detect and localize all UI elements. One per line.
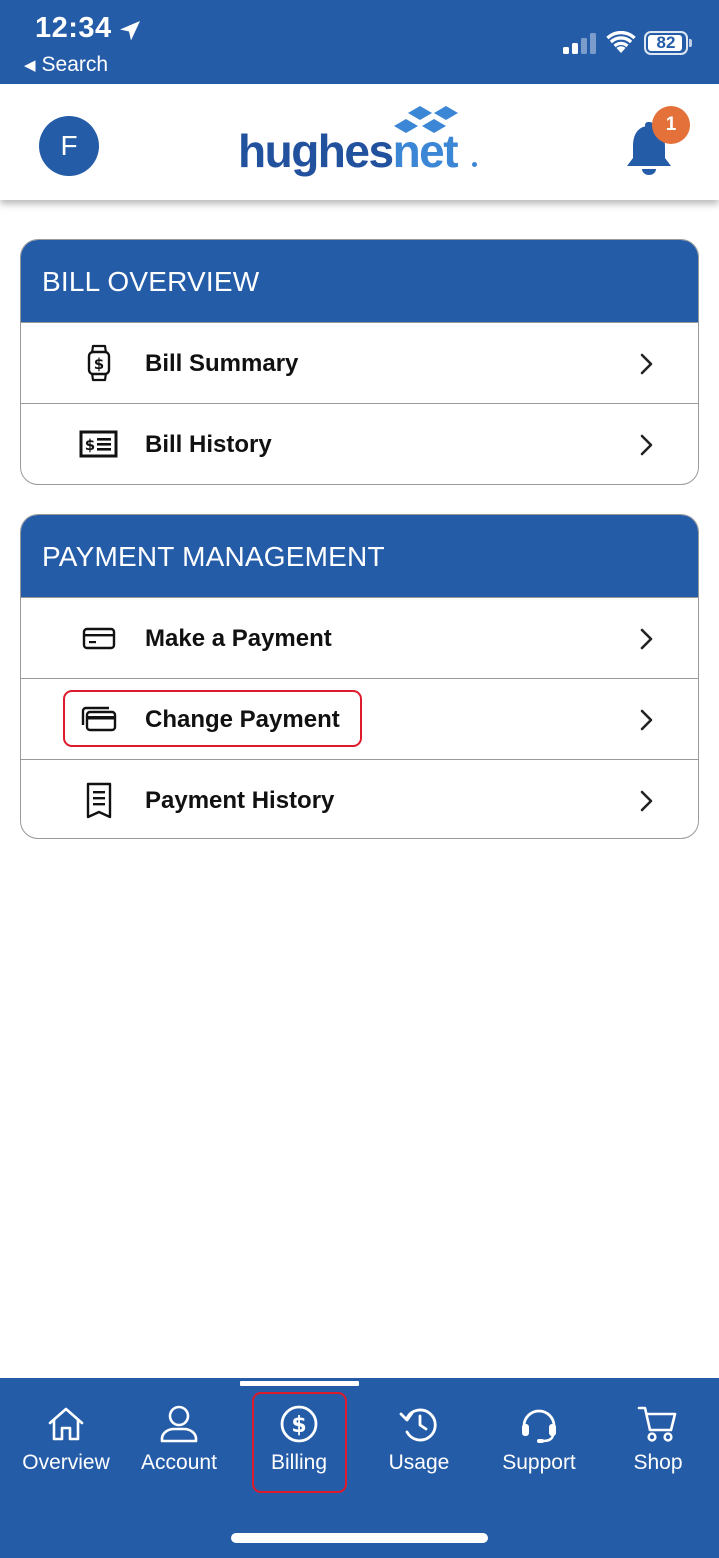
credit-card-icon [82,627,116,650]
tab-overview-label: Overview [22,1451,110,1474]
chevron-right-icon [640,790,653,812]
bottom-tab-bar: Overview Account $ Billing Usage Support… [0,1378,719,1558]
tab-shop[interactable]: Shop [603,1398,713,1488]
cards-icon [81,706,117,732]
hughesnet-logo: hughesnet [238,104,488,184]
home-indicator[interactable] [231,1533,488,1543]
home-icon [48,1407,84,1441]
cart-icon [637,1406,677,1442]
tab-usage[interactable]: Usage [364,1398,474,1488]
cellular-signal-icon [563,32,597,54]
change-payment-label: Change Payment [145,706,340,733]
svg-text:$: $ [94,355,104,373]
payment-history-label: Payment History [145,787,335,814]
location-arrow-icon [120,21,140,41]
user-icon [160,1405,198,1443]
status-time: 12:34 [35,12,112,44]
tab-support[interactable]: Support [484,1398,594,1488]
battery-indicator: 82 [644,31,692,55]
notifications-button[interactable]: 1 [619,106,693,176]
tab-usage-label: Usage [388,1451,450,1474]
receipt-icon [86,782,112,819]
chevron-right-icon [640,709,653,731]
battery-level: 82 [656,33,676,52]
status-bar: 12:34 ◀ Search 82 [0,0,719,84]
payment-management-card: PAYMENT MANAGEMENT Make a Payment Change… [20,514,699,839]
tab-account[interactable]: Account [124,1398,234,1488]
tab-overview[interactable]: Overview [11,1398,121,1488]
bill-summary-row[interactable]: $ Bill Summary [21,322,698,403]
make-payment-label: Make a Payment [145,625,332,652]
chevron-right-icon [640,353,653,375]
bill-history-row[interactable]: $ Bill History [21,403,698,484]
app-header: F hughesnet 1 [0,84,719,200]
bill-list-icon: $ [79,430,118,458]
change-payment-row[interactable]: Change Payment [21,678,698,759]
back-label: Search [41,53,109,76]
watch-bill-icon: $ [87,344,111,382]
payment-history-row[interactable]: Payment History [21,759,698,838]
profile-avatar[interactable]: F [39,116,99,176]
chevron-right-icon [640,628,653,650]
active-tab-indicator [240,1381,359,1386]
wifi-icon [606,31,636,53]
payment-management-title: PAYMENT MANAGEMENT [21,515,698,597]
headset-icon [522,1409,556,1443]
logo-wordmark: hughesnet [238,125,459,177]
history-icon [399,1408,437,1442]
bill-overview-card: BILL OVERVIEW $ Bill Summary $ Bill Hist… [20,239,699,485]
bill-history-label: Bill History [145,431,272,458]
bill-overview-title: BILL OVERVIEW [21,240,698,322]
bill-summary-label: Bill Summary [145,350,299,377]
notification-count-badge: 1 [652,106,690,144]
make-payment-row[interactable]: Make a Payment [21,597,698,678]
back-triangle-icon: ◀ [24,57,36,74]
tab-account-label: Account [141,1451,217,1474]
billing-tab-highlight [252,1392,347,1493]
tab-shop-label: Shop [633,1451,683,1474]
chevron-right-icon [640,434,653,456]
svg-text:$: $ [85,436,95,454]
tab-support-label: Support [502,1451,576,1474]
back-to-search-link[interactable]: ◀ Search [24,53,108,77]
